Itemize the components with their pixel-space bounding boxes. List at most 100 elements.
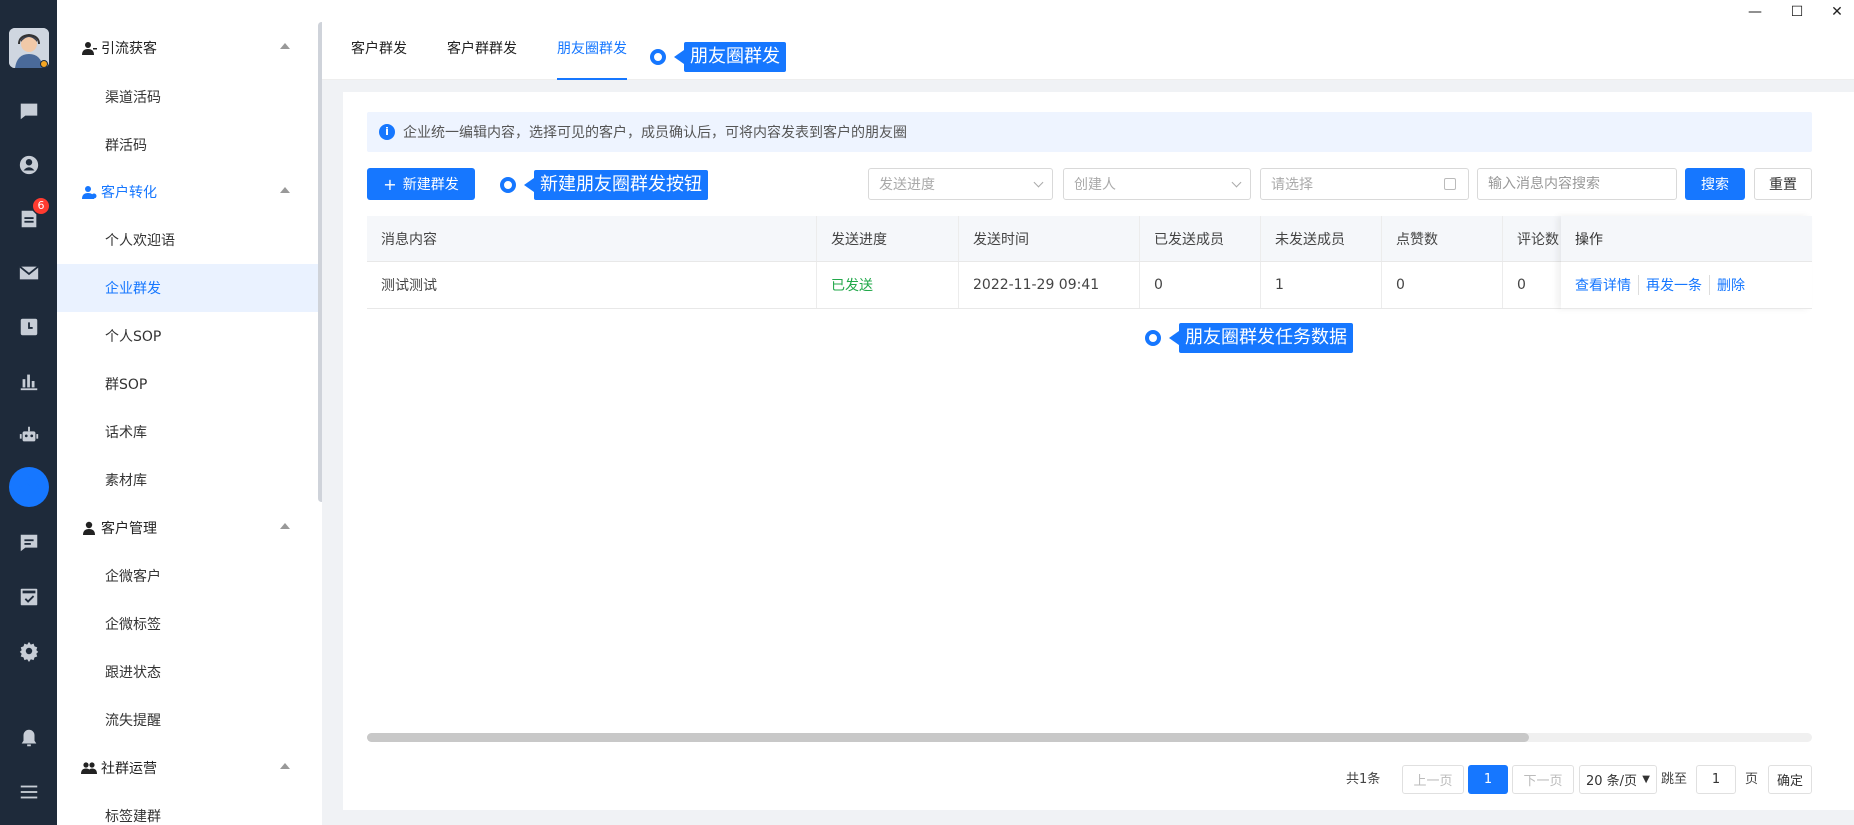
col-header-progress: 发送进度 [817,216,959,261]
cell-time: 2022-11-29 09:41 [959,262,1140,308]
icon-rail: 6 [0,0,57,825]
annotation-data: 朋友圈群发任务数据 [1145,323,1353,353]
plus-icon: + [383,174,397,194]
collapse-caret-icon[interactable] [280,523,290,529]
creator-select[interactable]: 创建人 [1063,168,1251,200]
col-header-sent: 已发送成员 [1140,216,1261,261]
scrollbar-thumb[interactable] [367,733,1529,742]
reset-button[interactable]: 重置 [1754,168,1812,200]
top-tab-bar: 客户群发 客户群群发 朋友圈群发 — ☐ ✕ [322,0,1854,80]
jump-label: 跳至 [1661,772,1688,787]
prev-page-button[interactable]: 上一页 [1402,765,1464,794]
bell-icon[interactable] [16,725,42,751]
chevron-down-icon [1033,177,1044,188]
collapse-caret-icon[interactable] [280,763,290,769]
view-detail-link[interactable]: 查看详情 [1575,275,1639,295]
cell-likes: 0 [1382,262,1503,308]
cell-status: 已发送 [817,262,959,308]
new-mass-button[interactable]: + 新建群发 [367,168,475,200]
moments-icon[interactable] [9,467,49,507]
sidebar-item-follow-status[interactable]: 跟进状态 [57,648,320,696]
tab-customer-group-mass[interactable]: 客户群群发 [447,38,517,80]
search-input[interactable] [1488,176,1676,192]
minimize-icon[interactable]: — [1745,4,1765,20]
pagination-total: 共1条 [1346,772,1381,787]
jump-page-input[interactable]: 1 [1696,765,1736,794]
close-icon[interactable]: ✕ [1827,4,1847,20]
info-banner: i 企业统一编辑内容，选择可见的客户，成员确认后，可将内容发表到客户的朋友圈 [367,112,1812,152]
cell-sent: 0 [1140,262,1261,308]
info-banner-text: 企业统一编辑内容，选择可见的客户，成员确认后，可将内容发表到客户的朋友圈 [403,125,907,141]
menu-group-label: 客户转化 [101,185,157,201]
annotation-label: 朋友圈群发任务数据 [1179,323,1353,353]
sidebar-item-group-sop[interactable]: 群SOP [57,360,320,408]
jump-confirm-button[interactable]: 确定 [1768,765,1812,794]
col-header-time: 发送时间 [959,216,1140,261]
sidebar-item-wecom-customers[interactable]: 企微客户 [57,552,320,600]
collapse-caret-icon[interactable] [280,43,290,49]
people-icon [81,760,97,776]
search-button[interactable]: 搜索 [1685,168,1745,200]
bar-chart-icon[interactable] [16,368,42,394]
sidebar-item-material-library[interactable]: 素材库 [57,456,320,504]
sidebar-item-tag-group[interactable]: 标签建群 [57,792,320,825]
gear-icon[interactable] [16,638,42,664]
menu-group-label: 社群运营 [101,761,157,777]
notification-badge: 6 [33,198,49,214]
col-header-content: 消息内容 [367,216,817,261]
resend-link[interactable]: 再发一条 [1646,275,1710,295]
clock-icon[interactable] [16,314,42,340]
mail-icon[interactable] [16,260,42,286]
maximize-icon[interactable]: ☐ [1787,4,1807,20]
annotation-label: 新建朋友圈群发按钮 [534,170,708,200]
info-icon: i [379,124,395,140]
page-number-current[interactable]: 1 [1468,765,1508,794]
menu-icon[interactable] [16,779,42,805]
sidebar-item-personal-sop[interactable]: 个人SOP [57,312,320,360]
sidebar-item-wecom-tags[interactable]: 企微标签 [57,600,320,648]
annotation-marker-icon [500,177,516,193]
robot-icon[interactable] [16,422,42,448]
sidebar-item-churn-alert[interactable]: 流失提醒 [57,696,320,744]
cell-content: 测试测试 [367,262,817,308]
date-picker[interactable]: 请选择 [1260,168,1469,200]
tab-customer-mass[interactable]: 客户群发 [351,38,407,80]
annotation-marker-icon [650,49,666,65]
dashboard-icon[interactable] [16,584,42,610]
search-field-wrapper [1477,168,1677,200]
menu-group-conversion[interactable]: 客户转化 [57,170,320,214]
sidebar-item-script-library[interactable]: 话术库 [57,408,320,456]
menu-group-label: 客户管理 [101,521,157,537]
annotation-new-button: 新建朋友圈群发按钮 [500,170,708,200]
sidebar-item-group-code[interactable]: 群活码 [57,121,320,169]
progress-select[interactable]: 发送进度 [868,168,1053,200]
next-page-button[interactable]: 下一页 [1512,765,1574,794]
online-status-dot [40,60,48,68]
menu-group-label: 引流获客 [101,41,157,57]
sidebar-item-enterprise-mass[interactable]: 企业群发 [57,264,320,312]
collapse-caret-icon[interactable] [280,187,290,193]
table-horizontal-scrollbar[interactable] [367,733,1812,742]
annotation-label: 朋友圈群发 [684,42,786,72]
tab-moments-mass[interactable]: 朋友圈群发 [557,38,627,80]
annotation-marker-icon [1145,330,1161,346]
message-icon[interactable] [16,530,42,556]
sidebar-item-channel-code[interactable]: 渠道活码 [57,73,320,121]
caret-down-icon: ▼ [1642,774,1650,785]
user-icon[interactable] [16,152,42,178]
menu-group-community[interactable]: 社群运营 [57,746,320,790]
delete-link[interactable]: 删除 [1717,275,1752,295]
menu-group-lead-gen[interactable]: 引流获客 [57,26,320,70]
actions-column: 操作 查看详情 再发一条 删除 [1561,216,1812,309]
sidebar-item-welcome[interactable]: 个人欢迎语 [57,216,320,264]
chevron-down-icon [1231,177,1242,188]
row-actions: 查看详情 再发一条 删除 [1561,262,1812,309]
calendar-icon [1444,178,1456,190]
menu-group-customer-mgmt[interactable]: 客户管理 [57,506,320,550]
page-unit-label: 页 [1745,772,1759,787]
chat-icon[interactable] [16,98,42,124]
annotation-tab: 朋友圈群发 [650,42,786,72]
col-header-likes: 点赞数 [1382,216,1503,261]
page-size-select[interactable]: 20 条/页 ▼ [1579,765,1657,794]
user-add-icon [81,40,97,56]
